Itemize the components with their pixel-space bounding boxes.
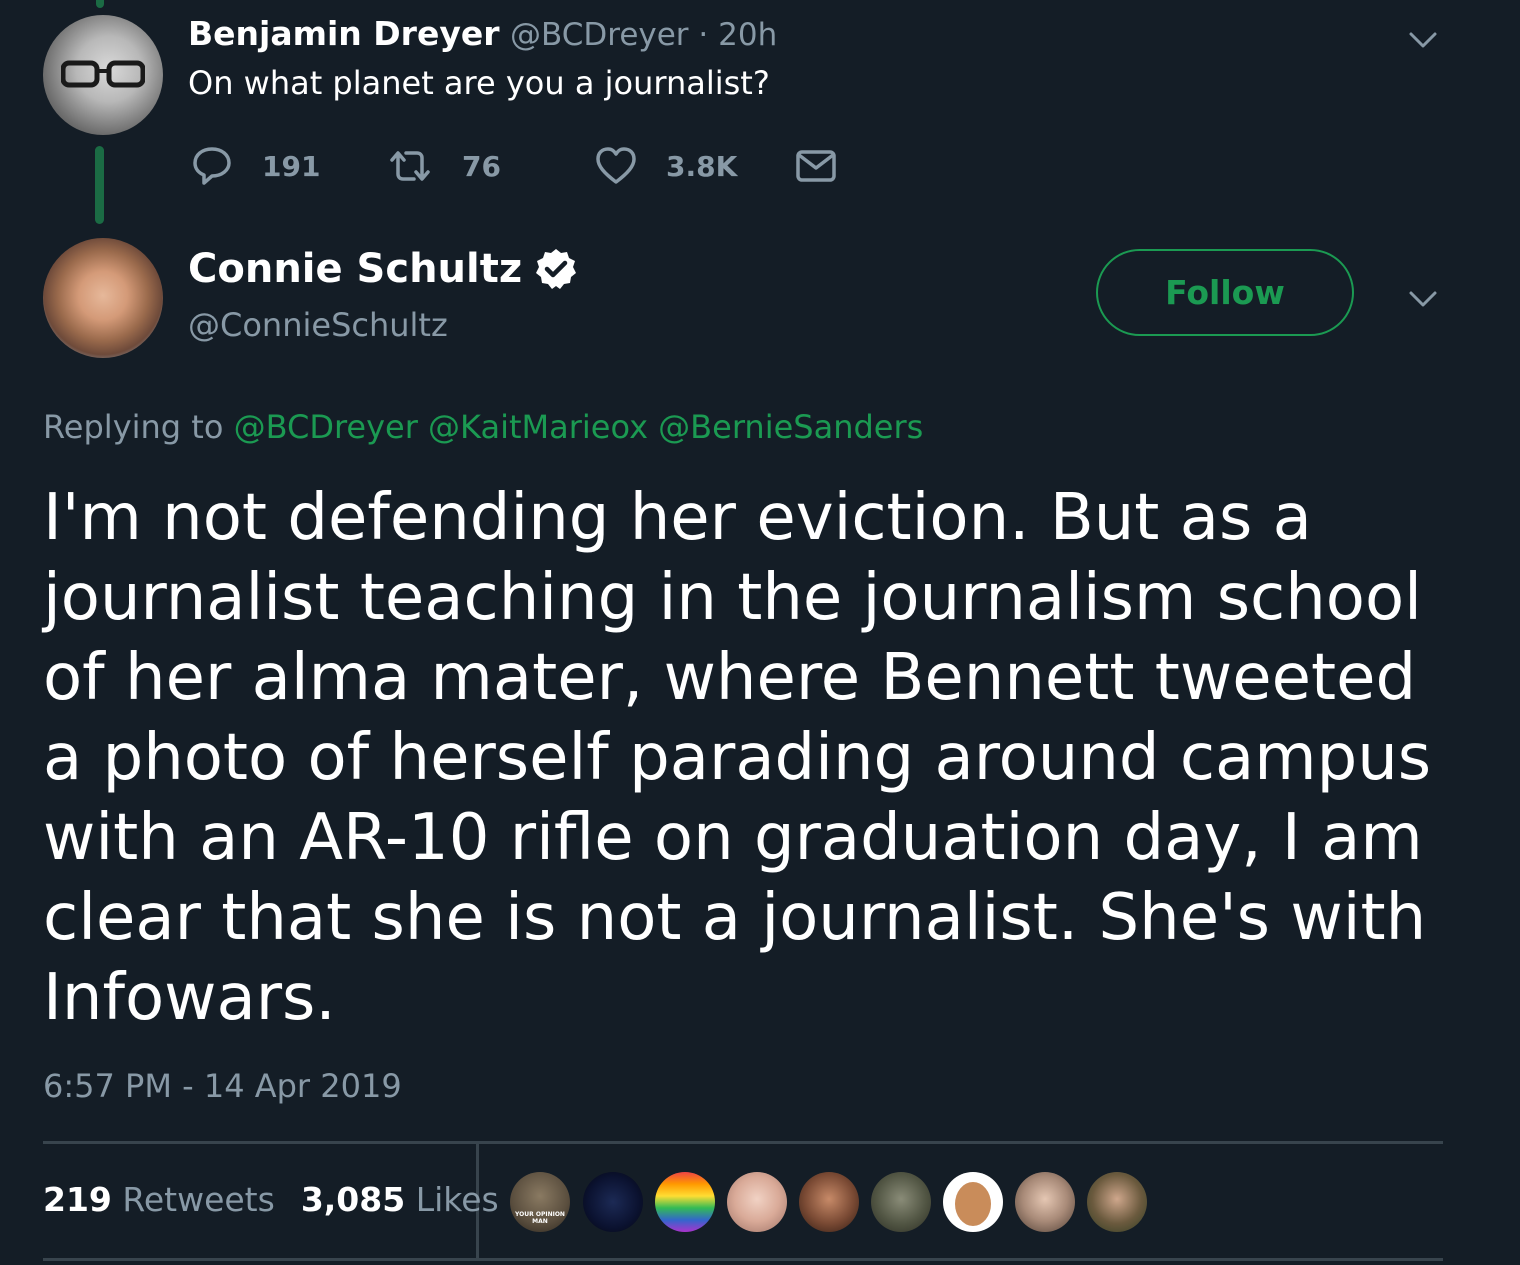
direct-message-button[interactable] — [794, 144, 838, 188]
like-count: 3.8K — [666, 149, 738, 183]
retweets-label: Retweets — [122, 1180, 275, 1219]
main-handle[interactable]: @ConnieSchultz — [188, 306, 448, 344]
avatar-glasses-graphic — [61, 60, 145, 88]
verified-badge-icon — [536, 249, 577, 289]
liker-avatar[interactable] — [727, 1172, 787, 1232]
liker-avatar-graphic: YOUR OPINION MAN — [514, 1211, 565, 1225]
retweet-count: 76 — [462, 149, 501, 183]
likes-label: Likes — [415, 1180, 499, 1219]
liker-avatar[interactable] — [655, 1172, 715, 1232]
reply-count: 191 — [262, 149, 321, 183]
like-icon — [596, 147, 636, 184]
liker-avatar[interactable] — [871, 1172, 931, 1232]
like-button[interactable]: 3.8K — [594, 144, 737, 188]
replying-to-line: Replying to @BCDreyer @KaitMarieox @Bern… — [43, 408, 923, 446]
thread-line — [95, 146, 104, 224]
avatar-connie-schultz[interactable] — [43, 238, 163, 358]
liker-avatar[interactable] — [799, 1172, 859, 1232]
parent-tweet-text: On what planet are you a journalist? — [188, 64, 770, 102]
stats-divider-bottom — [43, 1258, 1443, 1261]
parent-handle[interactable]: @BCDreyer — [510, 17, 689, 53]
retweet-button[interactable]: 76 — [386, 144, 501, 188]
mention-link[interactable]: @BCDreyer — [234, 408, 418, 446]
follow-button[interactable]: Follow — [1096, 249, 1354, 336]
retweet-icon — [390, 151, 430, 181]
stats-divider-top — [43, 1141, 1443, 1144]
liker-avatar[interactable] — [1087, 1172, 1147, 1232]
retweet-total: 219 — [43, 1180, 112, 1219]
tweet-timestamp[interactable]: 6:57 PM - 14 Apr 2019 — [43, 1067, 402, 1105]
reply-icon — [193, 147, 231, 185]
tweet-page: Benjamin Dreyer @BCDreyer · 20h On what … — [0, 0, 1520, 1265]
retweets-stat[interactable]: 219 Retweets — [43, 1180, 275, 1219]
parent-tweet-header: Benjamin Dreyer @BCDreyer · 20h — [188, 14, 777, 53]
parent-display-name[interactable]: Benjamin Dreyer — [188, 14, 500, 53]
parent-time-separator: · — [688, 17, 719, 53]
parent-time[interactable]: 20h — [718, 17, 777, 53]
dm-icon — [796, 150, 836, 182]
chevron-down-icon[interactable] — [1405, 22, 1441, 58]
replying-prefix: Replying to — [43, 408, 224, 446]
liker-avatar[interactable] — [943, 1172, 1003, 1232]
avatar-benjamin-dreyer[interactable] — [43, 15, 163, 135]
main-tweet-text: I'm not defending her eviction. But as a… — [43, 481, 1432, 1035]
thread-line-top — [96, 0, 104, 8]
main-display-name[interactable]: Connie Schultz — [188, 246, 522, 292]
liker-avatar[interactable]: YOUR OPINION MAN — [510, 1172, 570, 1232]
engagement-stats: 219 Retweets 3,085 Likes — [43, 1180, 499, 1219]
liker-avatar[interactable] — [1015, 1172, 1075, 1232]
mention-link[interactable]: @BernieSanders — [658, 408, 923, 446]
egg-icon — [955, 1182, 991, 1226]
main-tweet-author: Connie Schultz — [188, 246, 578, 292]
liker-avatar[interactable] — [583, 1172, 643, 1232]
mention-link[interactable]: @KaitMarieox — [428, 408, 648, 446]
likes-stat[interactable]: 3,085 Likes — [301, 1180, 499, 1219]
like-total: 3,085 — [300, 1180, 406, 1219]
reply-button[interactable]: 191 — [190, 144, 320, 188]
svg-text:YOUR OPINION: YOUR OPINION — [514, 1211, 565, 1218]
chevron-down-icon[interactable] — [1405, 281, 1441, 317]
svg-text:MAN: MAN — [532, 1218, 548, 1225]
